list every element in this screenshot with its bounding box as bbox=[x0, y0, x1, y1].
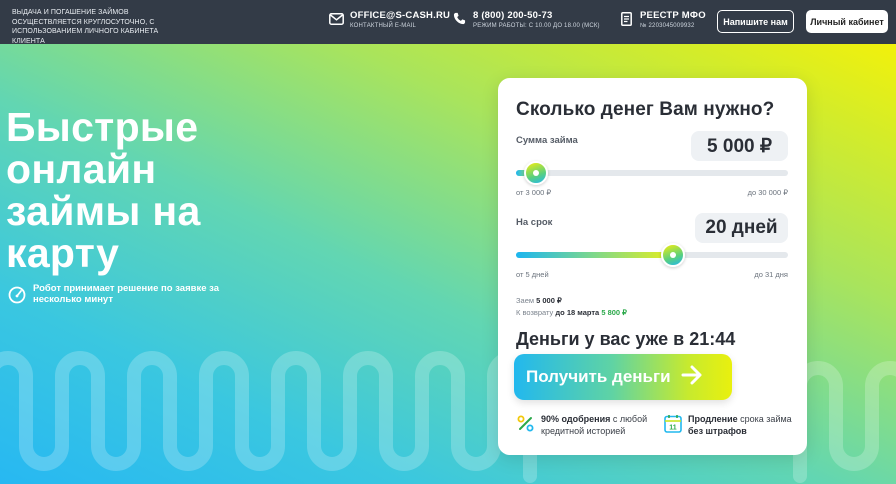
feature-extension-text: срока займа bbox=[740, 414, 792, 424]
registry-block[interactable]: РЕЕСТР МФО № 2203045009932 bbox=[619, 10, 706, 31]
feature-approval-bold: 90% одобрения bbox=[541, 414, 611, 424]
mail-icon bbox=[329, 11, 344, 26]
phone-block[interactable]: 8 (800) 200-50-73 Режим работы: с 10.00 … bbox=[452, 10, 600, 31]
term-value[interactable]: 20 дней bbox=[695, 213, 788, 243]
email-title: OFFICE@S-CASH.RU bbox=[350, 10, 451, 21]
amount-label: Сумма займа bbox=[516, 135, 578, 146]
amount-min: от 3 000 ₽ bbox=[516, 188, 552, 197]
phone-subtitle: Режим работы: с 10.00 до 18.00 (МСК) bbox=[473, 23, 600, 29]
email-subtitle: Контактный E-mail bbox=[350, 23, 417, 29]
feature-approval: 90% одобрения с любой кредитной историей bbox=[516, 414, 656, 437]
svg-text:11: 11 bbox=[669, 425, 677, 432]
term-slider-fill bbox=[516, 252, 673, 258]
amount-slider-handle[interactable] bbox=[524, 161, 549, 185]
term-max: до 31 дня bbox=[754, 270, 788, 279]
amount-max: до 30 000 ₽ bbox=[747, 188, 788, 197]
amount-value[interactable]: 5 000 ₽ bbox=[691, 131, 788, 161]
service-note: Выдача и погашение займов осуществляется… bbox=[12, 9, 159, 45]
email-block[interactable]: OFFICE@S-CASH.RU Контактный E-mail bbox=[329, 10, 450, 31]
amount-slider[interactable] bbox=[516, 161, 788, 185]
term-label: На срок bbox=[516, 217, 553, 228]
top-bar: Выдача и погашение займов осуществляется… bbox=[0, 0, 896, 45]
calculator-title: Сколько денег Вам нужно? bbox=[516, 99, 775, 120]
registry-title: РЕЕСТР МФО bbox=[640, 10, 706, 21]
document-icon bbox=[619, 11, 634, 26]
summary-return-label: К возврату bbox=[516, 308, 554, 317]
robot-text: Робот принимает решение по заявке за нес… bbox=[33, 283, 220, 305]
loan-calculator: Сколько денег Вам нужно? Сумма займа 5 0… bbox=[498, 78, 807, 455]
hero-title: Быстрые онлайн займы на карту bbox=[6, 104, 201, 276]
feature-extension: 11 Продление срока займа без штрафов bbox=[664, 414, 794, 437]
phone-title: 8 (800) 200-50-73 bbox=[473, 10, 553, 21]
speedometer-icon bbox=[8, 286, 26, 304]
feature-extension-bold: Продление bbox=[688, 414, 738, 424]
term-slider[interactable] bbox=[516, 243, 788, 267]
robot-note: Робот принимает решение по заявке за нес… bbox=[8, 283, 233, 305]
personal-cabinet-button[interactable]: Личный кабинет bbox=[806, 10, 888, 33]
feature-extension-bold2: без штрафов bbox=[688, 425, 747, 436]
arrow-right-icon bbox=[681, 365, 703, 390]
summary-return: К возврату до 18 марта 5 800 ₽ bbox=[516, 308, 627, 317]
term-min: от 5 дней bbox=[516, 270, 549, 279]
calendar-icon: 11 bbox=[664, 414, 682, 437]
term-slider-handle[interactable] bbox=[660, 243, 685, 267]
summary-loan: Заем 5 000 ₽ bbox=[516, 296, 562, 305]
hero-section: Быстрые онлайн займы на карту Робот прин… bbox=[0, 44, 896, 484]
write-us-button[interactable]: Напишите нам bbox=[717, 10, 794, 33]
summary-return-value: 5 800 ₽ bbox=[601, 308, 627, 317]
summary-loan-value: 5 000 ₽ bbox=[536, 296, 562, 305]
summary-loan-label: Заем bbox=[516, 296, 535, 305]
registry-number: № 2203045009932 bbox=[640, 23, 695, 29]
get-money-button[interactable]: Получить деньги bbox=[514, 354, 732, 400]
get-money-label: Получить деньги bbox=[526, 367, 671, 386]
summary-return-date: до 18 марта bbox=[555, 308, 600, 317]
percent-icon bbox=[516, 414, 535, 437]
phone-icon bbox=[452, 11, 467, 26]
ready-time: Деньги у вас уже в 21:44 bbox=[516, 329, 736, 349]
